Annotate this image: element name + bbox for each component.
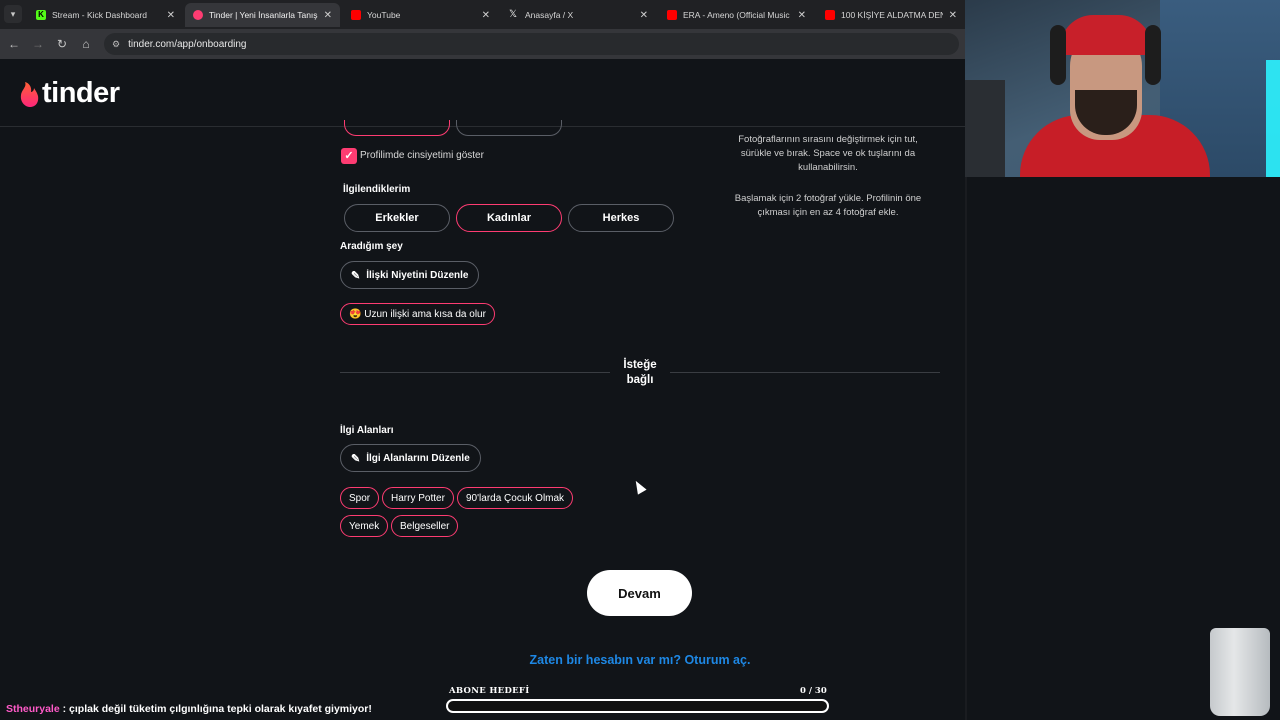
site-settings-icon[interactable]: ⚙ [112, 39, 120, 50]
interested-option-everyone[interactable]: Herkes [568, 204, 674, 232]
close-icon[interactable]: ✕ [167, 10, 175, 21]
interest-tag: Belgeseller [391, 515, 459, 537]
close-icon[interactable]: ✕ [949, 10, 957, 21]
webcam-overlay [965, 0, 1280, 177]
close-icon[interactable]: ✕ [482, 10, 490, 21]
logo-text: tinder [42, 77, 120, 109]
tab-era-ameno[interactable]: ERA - Ameno (Official Music Vi ✕ [659, 3, 814, 27]
edit-intent-label: İlişki Niyetini Düzenle [366, 269, 469, 281]
looking-for-heading: Aradığım şey [340, 241, 403, 252]
pencil-icon: ✎ [351, 269, 361, 282]
subscriber-goal-count: 0 / 30 [800, 686, 827, 696]
close-icon[interactable]: ✕ [640, 10, 648, 21]
show-gender-label: Profilimde cinsiyetimi göster [360, 150, 484, 161]
interests-heading: İlgi Alanları [340, 425, 394, 436]
tab-title: Stream - Kick Dashboard [52, 10, 147, 20]
chat-message: Stheuryale : çıplak değil tüketim çılgın… [6, 703, 372, 715]
divider-right [670, 372, 940, 373]
tab-aldatma-deneyi[interactable]: 100 KİŞİYE ALDATMA DENEYİ - ✕ [817, 3, 965, 27]
url-text: tinder.com/app/onboarding [128, 38, 247, 50]
tab-title: 100 KİŞİYE ALDATMA DENEYİ - [841, 10, 943, 20]
interest-tag: Spor [340, 487, 380, 509]
kick-icon: K [36, 10, 46, 20]
browser-toolbar: ← → ↻ ⌂ ⚙ tinder.com/app/onboarding [0, 29, 965, 59]
page-header: tinder [0, 59, 965, 127]
subscriber-goal-bar [446, 699, 829, 713]
edit-intent-button[interactable]: ✎ İlişki Niyetini Düzenle [340, 261, 480, 289]
neon-light [1266, 60, 1280, 177]
tab-title: Tinder | Yeni İnsanlarla Tanış, Bu [209, 10, 318, 20]
back-icon[interactable]: ← [2, 37, 26, 51]
tab-title: YouTube [367, 10, 401, 20]
divider-left [340, 372, 610, 373]
headphone-left [1050, 25, 1066, 85]
tab-title: ERA - Ameno (Official Music Vi [683, 10, 792, 20]
interest-tag: Harry Potter [382, 487, 454, 509]
youtube-icon [351, 10, 361, 20]
streamer-cap [1060, 15, 1152, 55]
interested-in-heading: İlgilendiklerim [343, 184, 411, 195]
tab-title: Anasayfa / X [525, 10, 574, 20]
login-link[interactable]: Zaten bir hesabın var mı? Oturum aç. [440, 653, 840, 667]
subscriber-goal-label: ABONE HEDEFİ [449, 686, 530, 696]
photo-upload-help: Başlamak için 2 fotoğraf yükle. Profilin… [734, 193, 922, 218]
optional-heading: İsteğe bağlı [623, 359, 657, 386]
glass-prop [1210, 628, 1270, 716]
close-icon[interactable]: ✕ [798, 10, 806, 21]
photo-reorder-help: Fotoğraflarının sırasını değiştirmek içi… [738, 134, 918, 173]
interested-option-women[interactable]: Kadınlar [456, 204, 562, 232]
youtube-icon [667, 10, 677, 20]
flame-icon [20, 81, 39, 107]
tab-youtube[interactable]: YouTube ✕ [343, 3, 498, 27]
tab-kick-dashboard[interactable]: K Stream - Kick Dashboard ✕ [28, 3, 183, 27]
interest-tag: 90'larda Çocuk Olmak [457, 487, 574, 509]
intent-tag: 😍 Uzun ilişki ama kısa da olur [340, 303, 495, 325]
browser-tab-strip: ▾ K Stream - Kick Dashboard ✕ Tinder | Y… [0, 0, 965, 29]
chat-text: : çıplak değil tüketim çılgınlığına tepk… [59, 703, 372, 715]
gender-option-partial[interactable] [344, 120, 450, 136]
interested-option-men[interactable]: Erkekler [344, 204, 450, 232]
tinder-icon [193, 10, 203, 20]
reload-icon[interactable]: ↻ [50, 37, 74, 51]
pencil-icon: ✎ [351, 452, 361, 465]
headphone-right [1145, 25, 1161, 85]
edit-interests-button[interactable]: ✎ İlgi Alanlarını Düzenle [340, 444, 481, 472]
tab-x[interactable]: 𝕏 Anasayfa / X ✕ [501, 3, 656, 27]
gender-option-partial[interactable] [456, 120, 562, 136]
tab-tinder[interactable]: Tinder | Yeni İnsanlarla Tanış, Bu ✕ [185, 3, 340, 27]
address-bar[interactable]: ⚙ tinder.com/app/onboarding [104, 33, 959, 55]
interest-tag: Yemek [340, 515, 389, 537]
continue-button[interactable]: Devam [587, 570, 692, 616]
tab-search-button[interactable]: ▾ [4, 5, 22, 23]
forward-icon[interactable]: → [26, 37, 50, 51]
x-icon: 𝕏 [509, 9, 518, 20]
edit-interests-label: İlgi Alanlarını Düzenle [366, 452, 470, 464]
chat-username: Stheuryale [6, 703, 60, 715]
youtube-icon [825, 10, 835, 20]
home-icon[interactable]: ⌂ [74, 37, 98, 51]
close-icon[interactable]: ✕ [324, 10, 332, 21]
chair [965, 80, 1005, 177]
show-gender-checkbox[interactable]: ✓ [341, 148, 357, 164]
tinder-logo[interactable]: tinder [18, 77, 120, 110]
